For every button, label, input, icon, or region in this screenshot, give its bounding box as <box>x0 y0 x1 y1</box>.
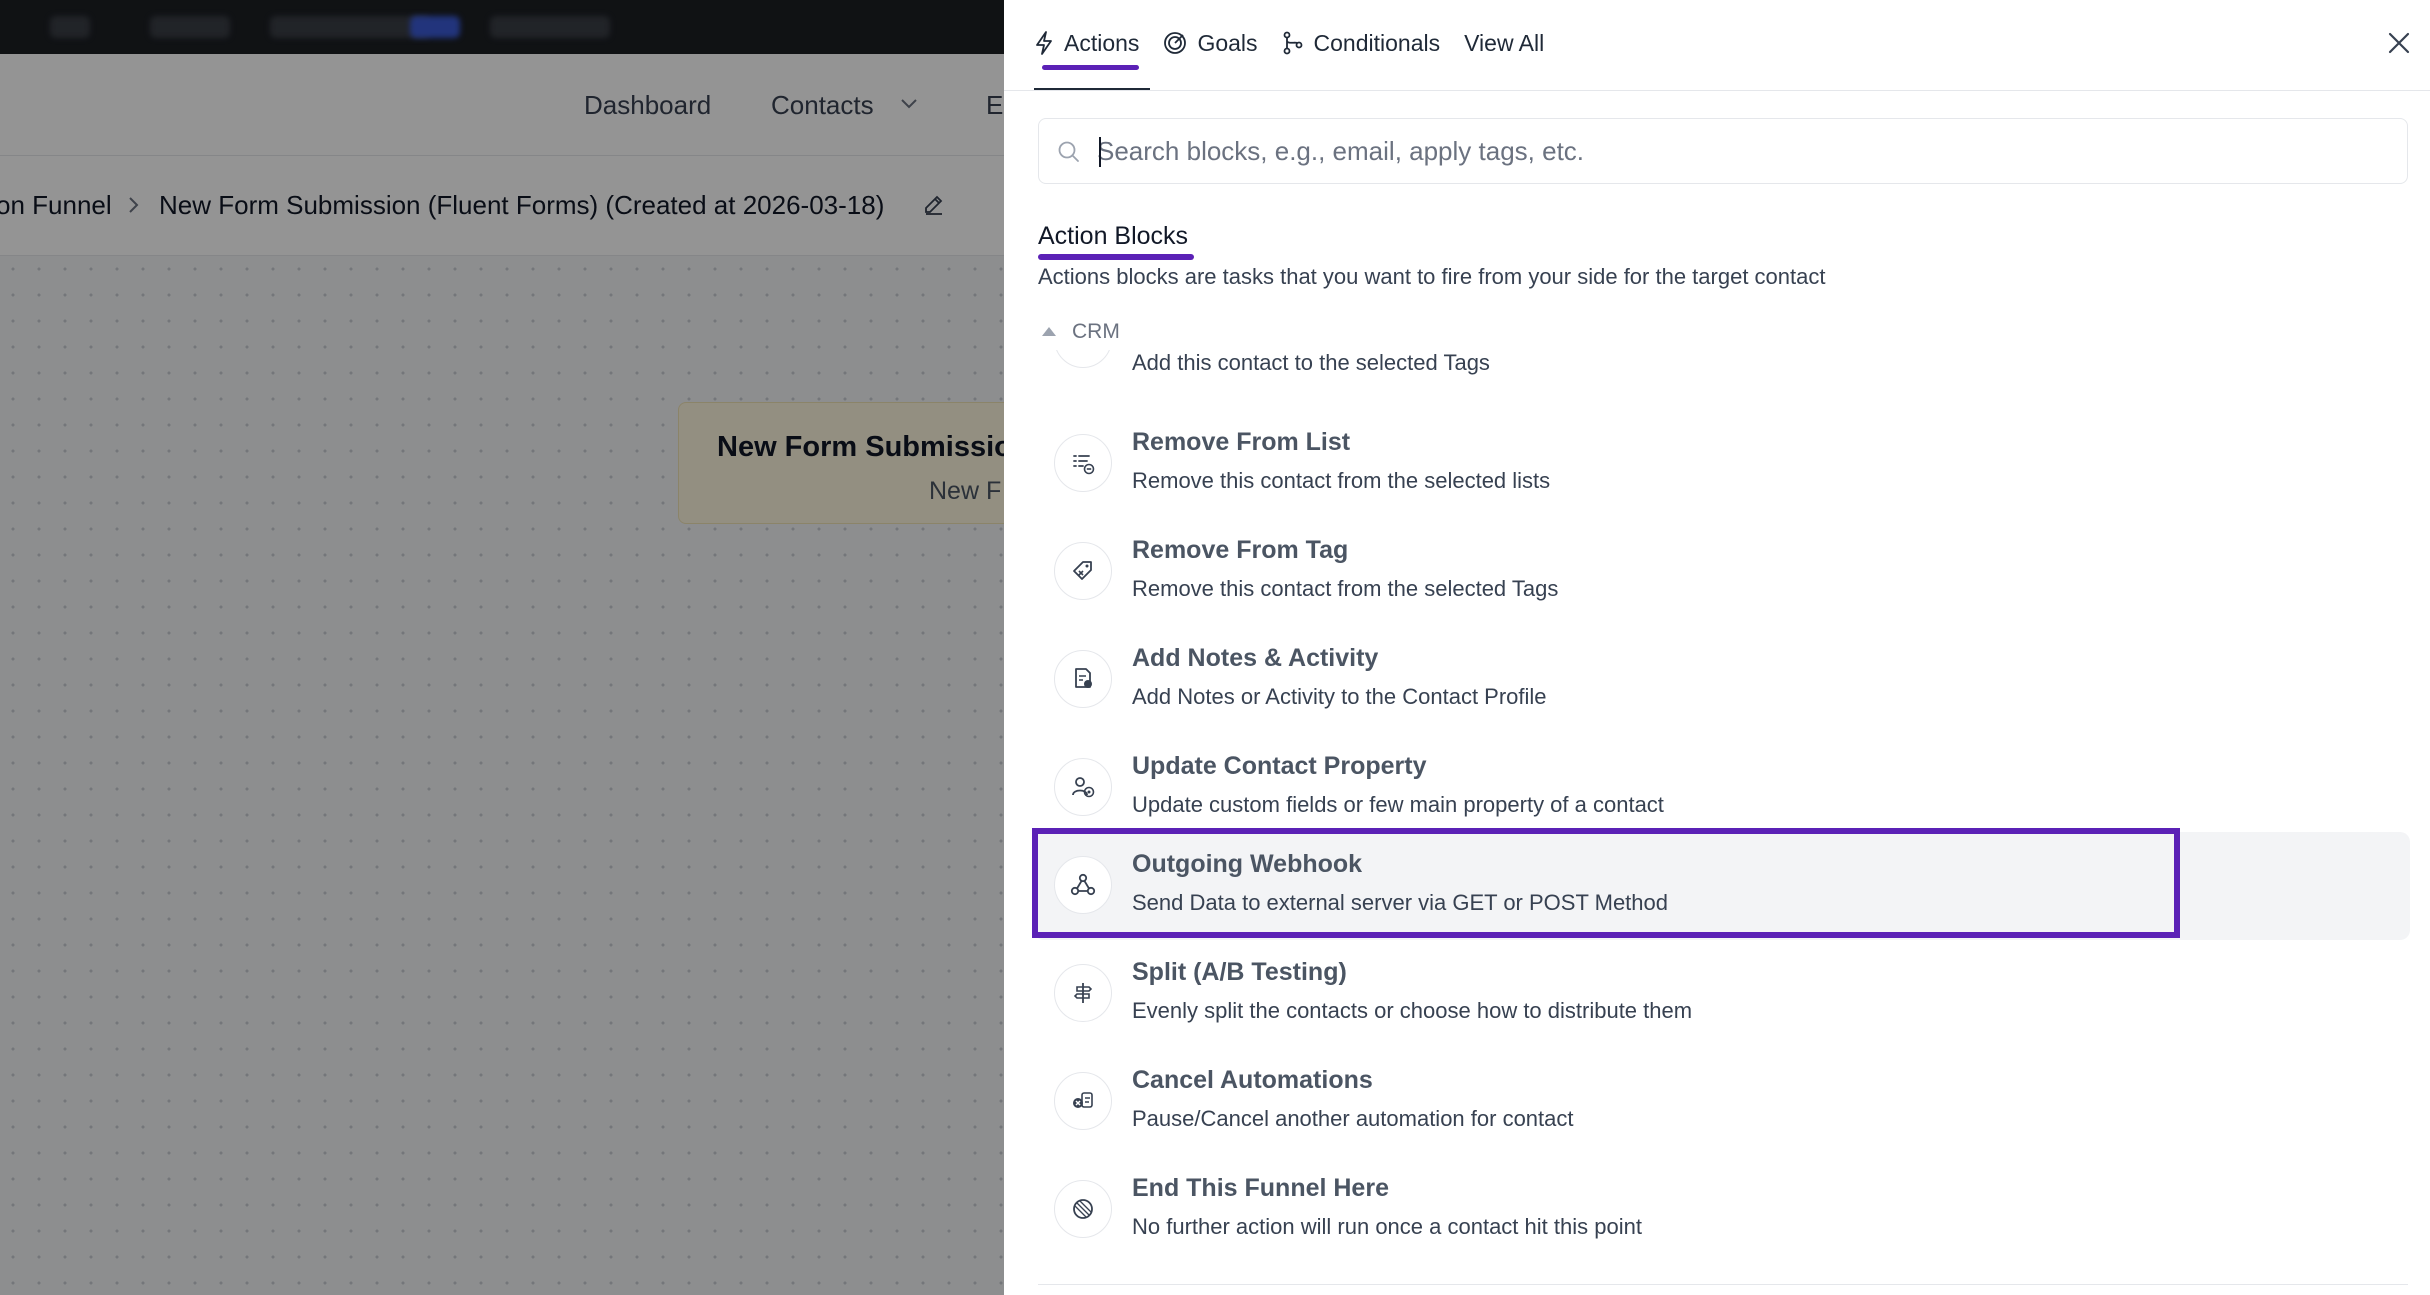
tab-goals[interactable]: Goals <box>1163 0 1258 86</box>
block-end-this-funnel-here[interactable]: End This Funnel Here No further action w… <box>1034 1156 2410 1264</box>
block-title: End This Funnel Here <box>1132 1174 1389 1202</box>
block-remove-from-list[interactable]: Remove From List Remove this contact fro… <box>1034 410 2410 518</box>
note-icon <box>1054 650 1112 708</box>
split-icon <box>1054 964 1112 1022</box>
block-picker-drawer: Actions Goals Conditionals View All Acti… <box>1004 0 2430 1295</box>
list-remove-icon <box>1054 434 1112 492</box>
block-add-notes-activity[interactable]: Add Notes & Activity Add Notes or Activi… <box>1034 626 2410 734</box>
group-label: CRM <box>1072 320 1120 343</box>
group-toggle-crm[interactable]: CRM <box>1042 320 1120 344</box>
background-app: Dashboard Contacts E on Funnel New Form … <box>0 0 1004 1295</box>
end-funnel-icon <box>1054 1180 1112 1238</box>
close-icon[interactable] <box>2382 26 2416 60</box>
block-description: Remove this contact from the selected li… <box>1132 468 1551 493</box>
cancel-automation-icon <box>1054 1072 1112 1130</box>
tab-view-all-label: View All <box>1464 29 1545 56</box>
block-description: Add this contact to the selected Tags <box>1132 350 1490 375</box>
branch-icon <box>1283 31 1302 55</box>
block-description: Add Notes or Activity to the Contact Pro… <box>1132 684 1547 709</box>
block-title: Update Contact Property <box>1132 752 1427 780</box>
block-description: No further action will run once a contac… <box>1132 1214 1642 1239</box>
tag-remove-icon <box>1054 542 1112 600</box>
modal-overlay[interactable] <box>0 0 1004 1295</box>
tab-goals-label: Goals <box>1197 29 1258 56</box>
section-title: Action Blocks <box>1038 222 1189 250</box>
drawer-tabs: Actions Goals Conditionals View All <box>1034 0 1568 90</box>
block-description: Evenly split the contacts or choose how … <box>1132 998 1693 1023</box>
text-caret <box>1099 137 1101 167</box>
search-input[interactable] <box>1097 129 2387 173</box>
tab-actions[interactable]: Actions <box>1034 0 1140 86</box>
block-title: Add Notes & Activity <box>1132 644 1379 672</box>
tabs-divider <box>1004 90 2430 91</box>
block-title: Cancel Automations <box>1132 1066 1373 1094</box>
search-icon <box>1058 141 1079 162</box>
search-box[interactable] <box>1038 118 2408 184</box>
caret-up-icon <box>1042 326 1056 336</box>
block-title: Split (A/B Testing) <box>1132 958 1347 986</box>
list-bottom-divider <box>1038 1284 2408 1285</box>
block-description: Pause/Cancel another automation for cont… <box>1132 1106 1574 1131</box>
block-remove-from-tag[interactable]: Remove From Tag Remove this contact from… <box>1034 518 2410 626</box>
tab-conditionals[interactable]: Conditionals <box>1282 0 1441 86</box>
bolt-icon <box>1036 31 1052 55</box>
tab-actions-label: Actions <box>1064 29 1140 56</box>
section-title-underline <box>1038 254 1194 260</box>
list-item-partial[interactable]: Add this contact to the selected Tags <box>1004 350 2430 380</box>
tab-conditionals-label: Conditionals <box>1313 29 1441 56</box>
block-outgoing-webhook[interactable]: Outgoing Webhook Send Data to external s… <box>1034 832 2410 940</box>
webhook-icon <box>1054 856 1112 914</box>
tag-add-icon <box>1054 350 1112 368</box>
block-title: Outgoing Webhook <box>1132 850 1363 878</box>
block-update-contact-property[interactable]: Update Contact Property Update custom fi… <box>1034 734 2410 842</box>
block-split-ab-testing[interactable]: Split (A/B Testing) Evenly split the con… <box>1034 940 2410 1048</box>
block-description: Update custom fields or few main propert… <box>1132 792 1664 817</box>
contact-property-icon <box>1054 758 1112 816</box>
action-block-list: Add this contact to the selected Tags Re… <box>1004 350 2430 1295</box>
block-title: Remove From List <box>1132 428 1351 456</box>
target-icon <box>1164 32 1187 54</box>
block-description: Send Data to external server via GET or … <box>1132 890 1668 915</box>
tab-view-all[interactable]: View All <box>1464 0 1544 86</box>
section-description: Actions blocks are tasks that you want t… <box>1038 264 1826 289</box>
block-cancel-automations[interactable]: Cancel Automations Pause/Cancel another … <box>1034 1048 2410 1156</box>
block-title: Remove From Tag <box>1132 536 1349 564</box>
block-description: Remove this contact from the selected Ta… <box>1132 576 1559 601</box>
